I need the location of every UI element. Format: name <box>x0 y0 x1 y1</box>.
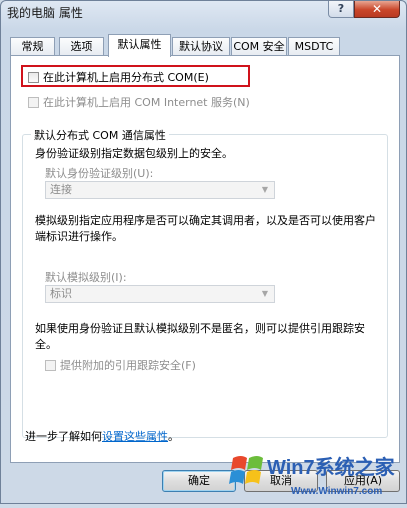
ok-button[interactable]: 确定 <box>162 470 236 492</box>
enable-dcom-checkbox[interactable] <box>28 72 39 83</box>
close-button[interactable]: ✕ <box>354 1 400 18</box>
auth-level-label: 默认身份验证级别(U): <box>45 167 154 180</box>
window-title: 我的电脑 属性 <box>7 6 83 20</box>
learn-more-prefix: 进一步了解如何 <box>25 430 102 443</box>
enable-dcom-option[interactable]: 在此计算机上启用分布式 COM(E) <box>28 69 209 85</box>
impersonation-level-label: 默认模拟级别(I): <box>45 271 127 284</box>
enable-com-internet-label: 在此计算机上启用 COM Internet 服务(N) <box>43 96 250 109</box>
watermark-url: Www.Winwin7.com <box>291 486 382 497</box>
impersonation-description: 模拟级别指定应用程序是否可以确定其调用者，以及是否可以使用客户端标识进行操作。 <box>35 214 376 243</box>
impersonation-level-value: 标识 <box>50 287 72 300</box>
learn-more-suffix: 。 <box>168 430 179 443</box>
tab-default-properties[interactable]: 默认属性 <box>108 34 171 57</box>
auth-level-select[interactable]: 连接 ▼ <box>45 181 275 199</box>
auth-description: 身份验证级别指定数据包级别上的安全。 <box>35 147 233 160</box>
reference-tracking-option[interactable]: 提供附加的引用跟踪安全(F) <box>45 357 196 373</box>
tab-msdtc[interactable]: MSDTC <box>288 37 340 56</box>
reference-tracking-label: 提供附加的引用跟踪安全(F) <box>60 359 196 372</box>
learn-more-text: 进一步了解如何设置这些属性。 <box>25 428 179 444</box>
learn-more-link[interactable]: 设置这些属性 <box>102 430 168 443</box>
watermark: Win7系统之家 Www.Winwin7.com <box>229 446 407 505</box>
watermark-brand: Win7系统之家 <box>267 455 396 479</box>
enable-dcom-label: 在此计算机上启用分布式 COM(E) <box>43 71 209 84</box>
reference-tracking-description: 如果使用身份验证且默认模拟级别不是匿名，则可以提供引用跟踪安全。 <box>35 322 365 351</box>
chevron-down-icon: ▼ <box>261 185 269 194</box>
reference-tracking-checkbox[interactable] <box>45 360 56 371</box>
tab-panel-default-properties: 在此计算机上启用分布式 COM(E) 在此计算机上启用 COM Internet… <box>10 55 400 463</box>
watermark-logo-icon: Win7系统之家 Www.Winwin7.com <box>229 455 396 497</box>
chevron-down-icon: ▼ <box>261 289 269 298</box>
help-button[interactable]: ? <box>328 1 354 18</box>
tab-general[interactable]: 常规 <box>10 37 55 56</box>
dcom-communication-group: 默认分布式 COM 通信属性 身份验证级别指定数据包级别上的安全。 默认身份验证… <box>22 127 388 438</box>
group-title: 默认分布式 COM 通信属性 <box>31 127 169 143</box>
properties-window: 我的电脑 属性 ? ✕ 常规 选项 默认属性 默认协议 COM 安全 MSDTC… <box>0 0 407 504</box>
tab-com-security[interactable]: COM 安全 <box>231 37 287 56</box>
close-icon: ✕ <box>371 2 383 16</box>
title-bar: 我的电脑 属性 ? ✕ <box>1 1 406 27</box>
enable-com-internet-option[interactable]: 在此计算机上启用 COM Internet 服务(N) <box>28 94 250 110</box>
enable-com-internet-checkbox[interactable] <box>28 97 39 108</box>
impersonation-level-select[interactable]: 标识 ▼ <box>45 285 275 303</box>
tab-default-protocols[interactable]: 默认协议 <box>172 37 230 56</box>
tab-options[interactable]: 选项 <box>59 37 104 56</box>
auth-level-value: 连接 <box>50 183 72 196</box>
